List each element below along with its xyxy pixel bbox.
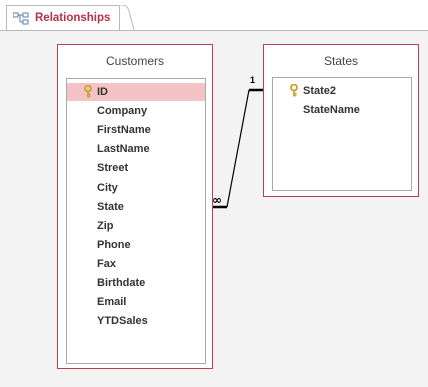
customers-field-zip[interactable]: Zip <box>67 217 205 235</box>
customers-field-street[interactable]: Street <box>67 159 205 177</box>
customers-field-company[interactable]: Company <box>67 102 205 120</box>
states-table-window[interactable]: States State2 StateName <box>263 44 419 197</box>
customers-field-email[interactable]: Email <box>67 293 205 311</box>
states-field-state2[interactable]: State2 <box>273 82 411 100</box>
field-label: State2 <box>303 85 337 97</box>
field-label: Birthdate <box>97 277 146 289</box>
tab-label: Relationships <box>35 12 111 24</box>
field-label: Street <box>97 162 129 175</box>
field-label: Zip <box>97 219 114 232</box>
relationships-icon <box>13 12 29 25</box>
customers-field-city[interactable]: City <box>67 179 205 197</box>
states-table-title[interactable]: States <box>264 54 418 68</box>
field-label: Email <box>97 296 127 309</box>
customers-field-ytdsales[interactable]: YTDSales <box>67 312 205 330</box>
customers-field-id[interactable]: ID <box>67 83 205 101</box>
customers-field-lastname[interactable]: LastName <box>67 140 205 158</box>
field-label: FirstName <box>97 124 151 137</box>
field-label: City <box>97 181 118 194</box>
states-field-statename[interactable]: StateName <box>273 101 411 119</box>
field-label: State <box>97 200 124 213</box>
customers-table-window[interactable]: Customers ID Company FirstName LastName Stre… <box>57 44 213 369</box>
customers-field-fax[interactable]: Fax <box>67 255 205 273</box>
field-label: LastName <box>97 143 150 156</box>
customers-field-list[interactable]: ID Company FirstName LastName Street City Stat… <box>66 78 206 364</box>
customers-field-firstname[interactable]: FirstName <box>67 121 205 139</box>
tab-edge <box>119 5 135 30</box>
customers-field-state[interactable]: State <box>67 198 205 216</box>
customers-field-phone[interactable]: Phone <box>67 236 205 254</box>
field-label: Fax <box>97 257 116 270</box>
customers-field-birthdate[interactable]: Birthdate <box>67 274 205 292</box>
field-label: Company <box>97 105 148 118</box>
states-field-list[interactable]: State2 StateName <box>272 77 412 191</box>
field-label: StateName <box>303 104 360 117</box>
tab-relationships[interactable]: Relationships <box>6 5 120 30</box>
field-label: Phone <box>97 238 131 251</box>
field-label: YTDSales <box>97 315 148 328</box>
tab-bar: Relationships <box>0 0 428 30</box>
customers-table-title[interactable]: Customers <box>58 54 212 68</box>
field-label: ID <box>97 86 108 98</box>
